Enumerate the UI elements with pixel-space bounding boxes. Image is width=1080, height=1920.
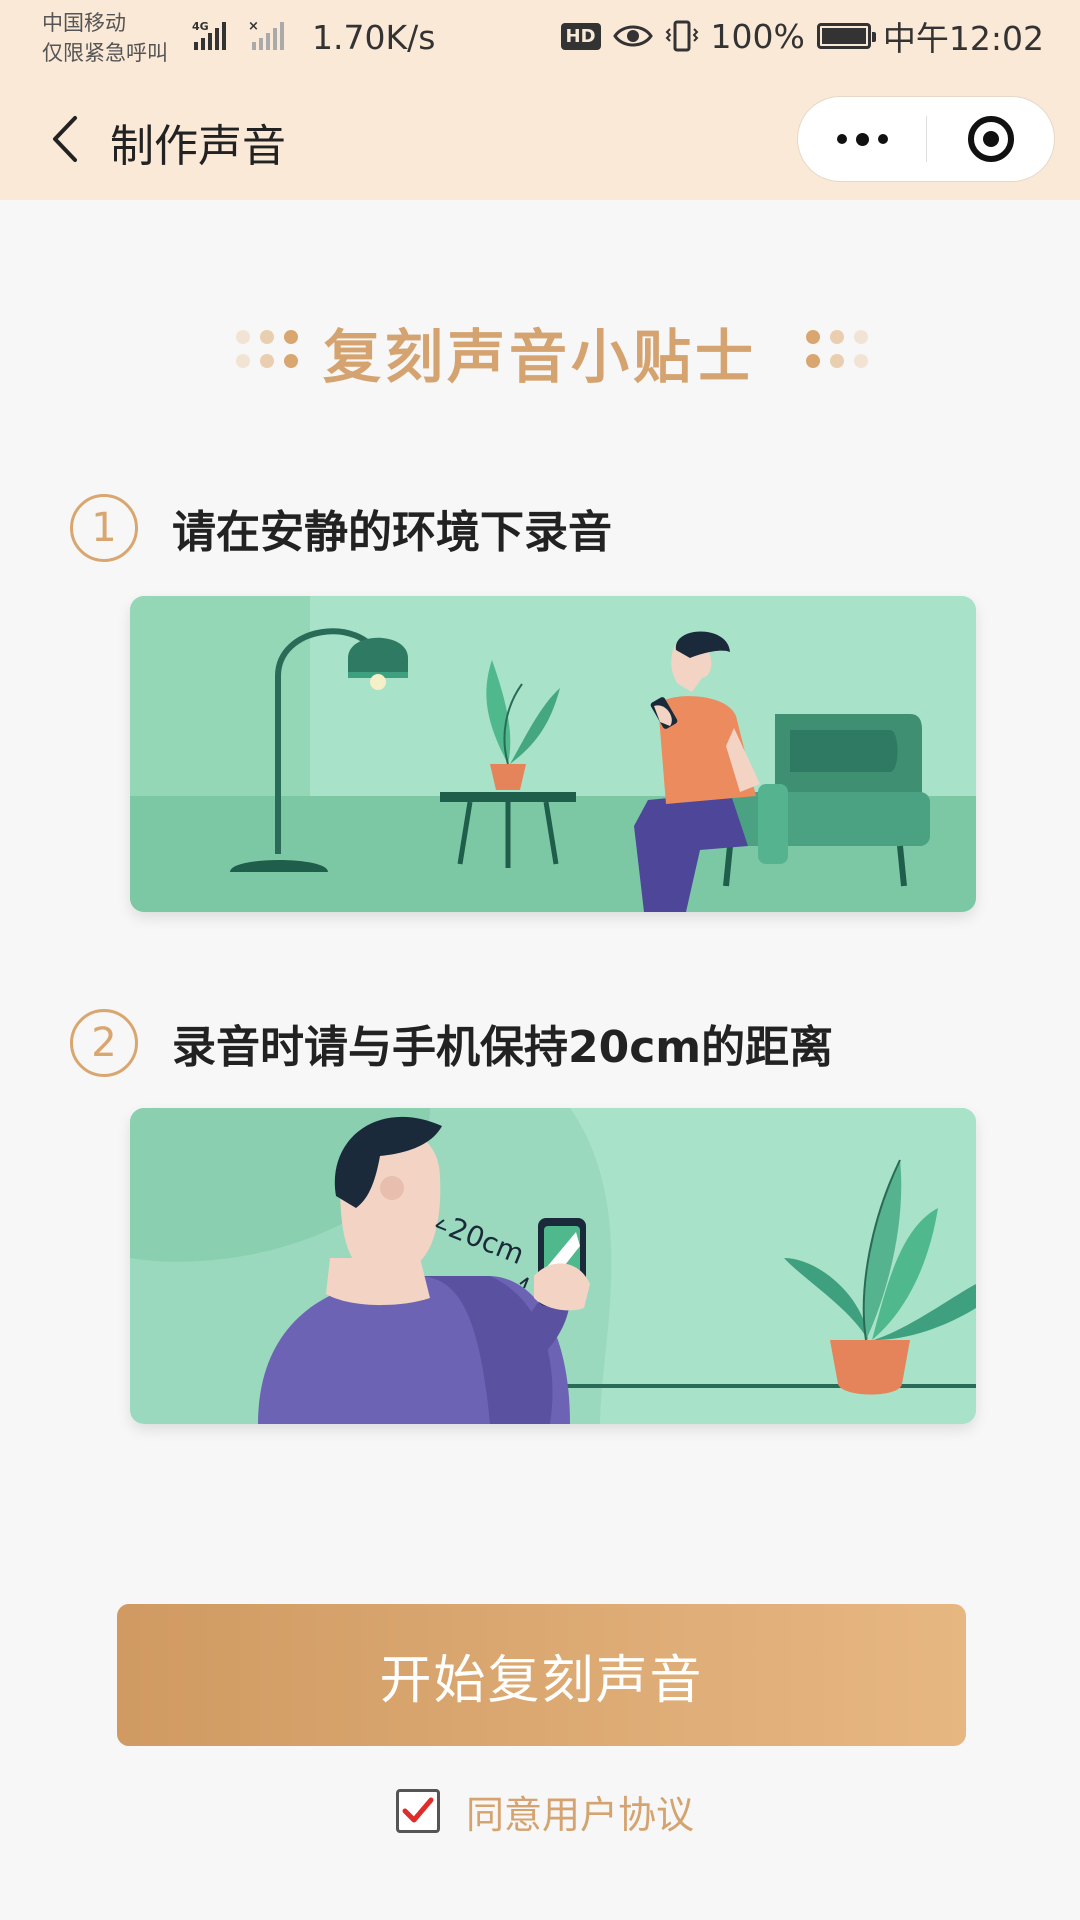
checkmark-icon	[402, 1797, 434, 1823]
phone-distance-illustration: 20cm	[130, 1108, 976, 1424]
network-type: 4G	[192, 20, 209, 33]
status-bar: 中国移动 仅限紧急呼叫 4G × 1.70K/s HD 100% 中午12:02	[0, 0, 1080, 80]
agreement-row: 同意用户协议	[396, 1784, 694, 1839]
decorative-dots-right	[800, 328, 920, 372]
tip-number: 2	[70, 1009, 138, 1077]
quiet-room-illustration	[130, 596, 976, 912]
tip-item: 1 请在安静的环境下录音	[70, 493, 612, 563]
carrier-info: 中国移动 仅限紧急呼叫	[42, 8, 168, 68]
vibrate-icon	[665, 20, 698, 52]
start-clone-voice-button[interactable]: 开始复刻声音	[117, 1604, 966, 1746]
battery-percent: 100%	[710, 16, 805, 56]
tip-text: 录音时请与手机保持20cm的距离	[172, 1022, 834, 1073]
user-agreement-link[interactable]: 同意用户协议	[466, 1784, 694, 1839]
network-speed: 1.70K/s	[312, 18, 436, 57]
eye-icon	[612, 25, 653, 47]
hd-badge: HD	[560, 22, 601, 50]
agreement-checkbox[interactable]	[396, 1789, 440, 1833]
clock: 中午12:02	[882, 19, 1044, 58]
status-right: HD 100% 中午12:02	[560, 16, 1044, 58]
back-button[interactable]	[30, 104, 100, 174]
carrier-name: 中国移动	[42, 11, 126, 35]
miniprogram-capsule	[797, 96, 1055, 182]
more-button[interactable]	[798, 97, 926, 181]
page-title: 制作声音	[110, 121, 286, 172]
battery-icon	[816, 23, 876, 49]
signal-icon: 4G ×	[192, 19, 284, 50]
tip-number: 1	[70, 494, 138, 562]
svg-text:×: ×	[248, 19, 259, 34]
tip-text: 请在安静的环境下录音	[172, 507, 612, 558]
target-icon	[967, 116, 1014, 162]
close-miniprogram-button[interactable]	[927, 97, 1054, 181]
nav-bar: 制作声音	[0, 80, 1080, 200]
tip-item: 2 录音时请与手机保持20cm的距离	[70, 1008, 833, 1078]
more-icon	[836, 134, 847, 144]
emergency-only-text: 仅限紧急呼叫	[42, 41, 168, 65]
chevron-left-icon	[53, 116, 77, 162]
